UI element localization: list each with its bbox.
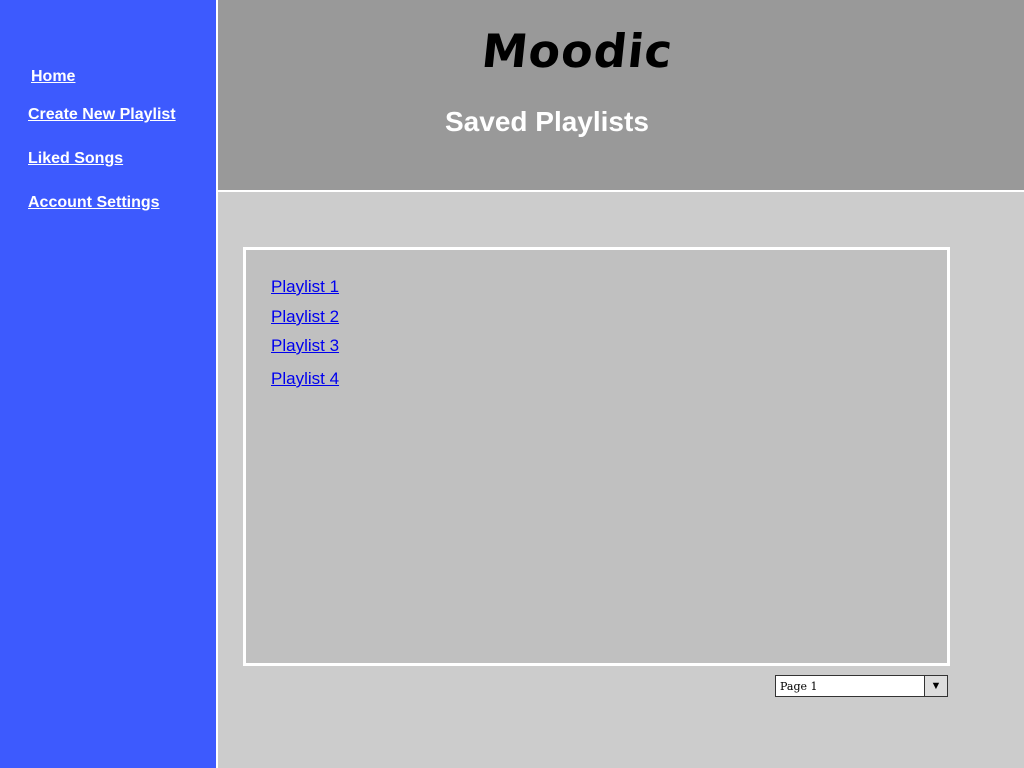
header: Moodic Saved Playlists <box>218 0 1024 192</box>
nav-create-new-playlist-link[interactable]: Create New Playlist <box>28 106 176 124</box>
sidebar: Home Create New Playlist Liked Songs Acc… <box>0 0 218 768</box>
page-select-dropdown[interactable]: Page 1 ▼ <box>775 675 948 697</box>
page-title: Saved Playlists <box>445 106 649 137</box>
playlist-list-panel: Playlist 1 Playlist 2 Playlist 3 Playlis… <box>243 247 950 666</box>
app-logo-title: Moodic <box>479 24 676 78</box>
nav-account-settings-link[interactable]: Account Settings <box>28 194 160 212</box>
dropdown-triangle-icon[interactable]: ▼ <box>924 676 947 696</box>
playlist-link-1[interactable]: Playlist 1 <box>271 277 339 297</box>
app-root: Home Create New Playlist Liked Songs Acc… <box>0 0 1024 768</box>
nav-home-link[interactable]: Home <box>31 68 75 86</box>
page-select-value: Page 1 <box>780 680 818 693</box>
nav-liked-songs-link[interactable]: Liked Songs <box>28 150 123 168</box>
playlist-link-2[interactable]: Playlist 2 <box>271 307 339 327</box>
playlist-link-4[interactable]: Playlist 4 <box>271 369 339 389</box>
playlist-link-3[interactable]: Playlist 3 <box>271 336 339 356</box>
